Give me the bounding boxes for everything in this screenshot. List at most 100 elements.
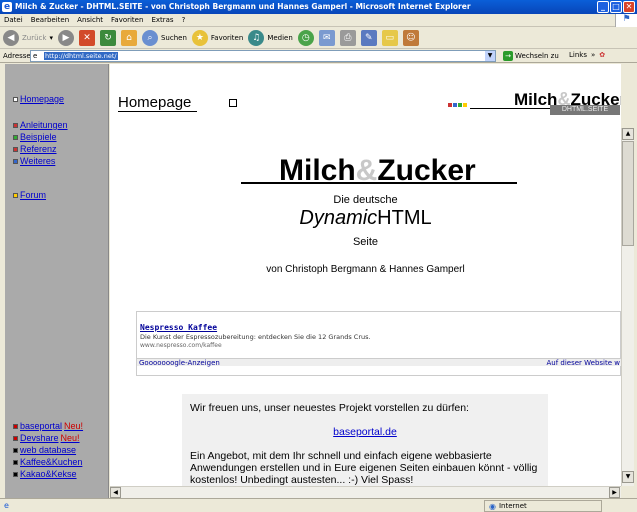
announcement-text: Ein Angebot, mit dem Ihr schnell und ein…: [190, 450, 538, 486]
menu-bearbeiten[interactable]: Bearbeiten: [31, 16, 69, 24]
folder-icon[interactable]: ▭: [381, 29, 398, 46]
bullet-icon: [13, 192, 18, 198]
menu-datei[interactable]: Datei: [4, 16, 23, 24]
window-title: Milch & Zucker - DHTML.SEITE - von Chris…: [15, 2, 471, 11]
left-navigation-frame: Homepage Anleitungen Beispiele Referenz …: [5, 64, 109, 498]
nav-forum[interactable]: Forum: [13, 190, 46, 200]
nav-anleitungen[interactable]: Anleitungen: [13, 120, 68, 130]
page-icon: e: [33, 52, 38, 60]
subtitle-seite: Seite: [352, 236, 379, 248]
nav-kaffee-kuchen[interactable]: Kaffee&Kuchen: [13, 457, 82, 467]
address-dropdown-icon[interactable]: ▼: [485, 51, 495, 61]
blue-square-icon: [453, 103, 457, 107]
vertical-scrollbar[interactable]: ▲ ▼: [621, 128, 634, 486]
stop-icon[interactable]: ✕: [78, 29, 95, 46]
yellow-square-icon: [463, 103, 467, 107]
nav-referenz[interactable]: Referenz: [13, 144, 57, 154]
address-bar: Adresse e http://dhtml.seite.net/ ▼ → We…: [0, 49, 637, 63]
scroll-right-button[interactable]: ▶: [609, 487, 620, 498]
scroll-thumb[interactable]: [622, 141, 634, 246]
mail-icon[interactable]: ✉: [318, 29, 335, 46]
links-icon: ✿: [599, 51, 606, 59]
bullet-icon: [13, 122, 18, 128]
homepage-heading: Homepage: [118, 94, 198, 112]
links-toolbar[interactable]: Links» ✿: [569, 51, 605, 59]
authors-line: von Christoph Bergmann & Hannes Gamperl: [266, 264, 465, 275]
search-button[interactable]: ⌕ Suchen: [141, 29, 187, 46]
nav-web-database[interactable]: web database: [13, 445, 76, 455]
green-square-icon: [458, 103, 462, 107]
baseportal-link[interactable]: baseportal.de: [190, 426, 540, 438]
announcement-box: Wir freuen uns, unser neuestes Projekt v…: [182, 394, 548, 486]
menu-help[interactable]: ?: [182, 16, 186, 24]
subtitle-die-deutsche: Die deutsche: [333, 194, 398, 206]
windows-logo-icon: ⚑: [615, 14, 637, 27]
nav-kakao-kekse[interactable]: Kakao&Kekse: [13, 469, 77, 479]
page-status-icon: e: [4, 501, 9, 510]
ad-title[interactable]: Nespresso Kaffee: [140, 323, 217, 332]
ad-footer-right[interactable]: Auf dieser Website w: [546, 359, 620, 367]
back-button[interactable]: ◀ Zurück ▾: [3, 29, 53, 46]
forward-button[interactable]: ▶: [57, 29, 74, 46]
square-icon: [229, 99, 237, 107]
status-bar: e ◉ Internet: [0, 498, 637, 512]
media-button[interactable]: ♫ Medien: [248, 29, 293, 46]
bullet-icon: [13, 435, 18, 441]
bullet-icon: [13, 134, 18, 140]
scroll-down-button[interactable]: ▼: [622, 471, 634, 483]
browser-window: e Milch & Zucker - DHTML.SEITE - von Chr…: [0, 0, 637, 512]
logo-subtitle: DHTML.SEITE: [550, 105, 620, 115]
nav-weiteres[interactable]: Weiteres: [13, 156, 55, 166]
history-icon[interactable]: ◷: [297, 29, 314, 46]
search-icon: ⌕: [141, 29, 158, 46]
security-zone: ◉ Internet: [484, 500, 602, 512]
horizontal-scrollbar[interactable]: ◀ ▶: [110, 486, 621, 498]
title-bar: e Milch & Zucker - DHTML.SEITE - von Chr…: [0, 0, 637, 14]
bullet-icon: [13, 158, 18, 164]
main-content-frame: Homepage Milch&Zucker DHTML.SEITE Milch&…: [110, 64, 621, 486]
star-icon: ★: [191, 29, 208, 46]
refresh-icon[interactable]: ↻: [99, 29, 116, 46]
scroll-left-button[interactable]: ◀: [110, 487, 121, 498]
bullet-icon: [13, 146, 18, 152]
announcement-intro: Wir freuen uns, unser neuestes Projekt v…: [190, 402, 469, 414]
go-arrow-icon: →: [503, 51, 513, 61]
nav-homepage[interactable]: Homepage: [13, 94, 64, 104]
bullet-icon: [13, 423, 18, 429]
ad-url[interactable]: www.nespresso.com/kaffee: [140, 342, 222, 349]
ad-description: Die Kunst der Espressozubereitung: entde…: [140, 333, 371, 341]
nav-baseportal[interactable]: baseportal Neu!: [13, 421, 83, 431]
big-logo-underline: [241, 182, 517, 184]
close-button[interactable]: ✕: [623, 1, 635, 13]
address-input[interactable]: e http://dhtml.seite.net/ ▼: [30, 50, 496, 62]
maximize-button[interactable]: □: [610, 1, 622, 13]
nav-beispiele[interactable]: Beispiele: [13, 132, 57, 142]
globe-icon: ◉: [489, 501, 496, 511]
address-url: http://dhtml.seite.net/: [44, 52, 118, 60]
menu-favoriten[interactable]: Favoriten: [111, 16, 143, 24]
nav-devshare[interactable]: Devshare Neu!: [13, 433, 80, 443]
bullet-icon: [13, 447, 18, 453]
menu-extras[interactable]: Extras: [151, 16, 173, 24]
ad-footer-left[interactable]: Gooooooogle-Anzeigen: [139, 359, 220, 367]
menu-ansicht[interactable]: Ansicht: [77, 16, 103, 24]
menu-bar: Datei Bearbeiten Ansicht Favoriten Extra…: [0, 14, 637, 27]
address-label: Adresse: [3, 51, 31, 60]
print-icon[interactable]: ⎙: [339, 29, 356, 46]
home-icon[interactable]: ⌂: [120, 29, 137, 46]
edit-icon[interactable]: ✎: [360, 29, 377, 46]
go-button[interactable]: → Wechseln zu: [503, 51, 559, 61]
media-icon: ♫: [248, 29, 265, 46]
favorites-button[interactable]: ★ Favoriten: [191, 29, 243, 46]
messenger-icon[interactable]: ☺: [402, 29, 419, 46]
bullet-icon: [13, 471, 18, 477]
ie-icon: e: [2, 2, 12, 12]
back-arrow-icon: ◀: [3, 29, 19, 46]
minimize-button[interactable]: _: [597, 1, 609, 13]
bullet-icon: [13, 459, 18, 465]
toolbar: ◀ Zurück ▾ ▶ ✕ ↻ ⌂ ⌕ Suchen ★ Favoriten ♫ Me…: [0, 27, 637, 49]
red-square-icon: [448, 103, 452, 107]
chevron-right-icon: »: [590, 51, 596, 59]
scroll-up-button[interactable]: ▲: [622, 128, 634, 140]
google-ad: Nespresso Kaffee Die Kunst der Espressoz…: [136, 311, 621, 376]
